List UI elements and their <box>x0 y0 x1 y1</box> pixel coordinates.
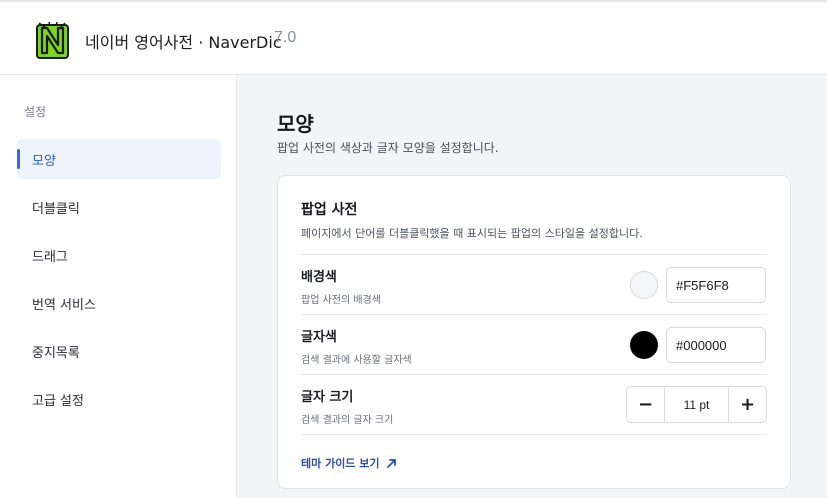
top-header: 네이버 영어사전 · NaverDic 7.0 <box>0 0 827 75</box>
page-title: 모양 <box>277 112 314 136</box>
sidebar-item-drag[interactable]: 드래그 <box>17 235 221 275</box>
font-size-label: 글자 크기 <box>301 390 354 405</box>
font-size-stepper: − 11 pt + <box>626 386 767 423</box>
app-title: 네이버 영어사전 · NaverDic <box>85 33 282 52</box>
settings-sidebar: 설정 모양 더블클릭 드래그 번역 서비스 중지목록 고급 설정 <box>0 75 237 498</box>
background-color-label: 배경색 <box>301 270 337 285</box>
text-color-swatch[interactable] <box>630 331 658 359</box>
theme-guide-link-label: 테마 가이드 보기 <box>301 457 380 470</box>
sidebar-item-stop-list[interactable]: 중지목록 <box>17 331 221 371</box>
sidebar-item-advanced-settings[interactable]: 고급 설정 <box>17 379 221 419</box>
divider <box>301 254 767 255</box>
decrease-font-size-button[interactable]: − <box>627 387 664 422</box>
theme-guide-link[interactable]: 테마 가이드 보기 <box>301 455 397 471</box>
popup-dictionary-card: 팝업 사전 페이지에서 단어를 더블클릭했을 때 표시되는 팝업의 스타일을 설… <box>277 175 791 489</box>
divider <box>301 374 767 375</box>
increase-font-size-button[interactable]: + <box>729 387 766 422</box>
divider <box>301 314 767 315</box>
font-size-description: 검색 결과의 글자 크기 <box>301 415 394 426</box>
text-color-description: 검색 결과에 사용할 글자색 <box>301 355 412 366</box>
card-title: 팝업 사전 <box>301 202 358 218</box>
text-color-input[interactable] <box>666 327 766 363</box>
external-arrow-icon <box>386 458 396 468</box>
app-version: 7.0 <box>274 29 297 46</box>
page-description: 팝업 사전의 색상과 글자 모양을 설정합니다. <box>277 141 499 155</box>
sidebar-item-appearance[interactable]: 모양 <box>17 139 221 179</box>
background-color-description: 팝업 사전의 배경색 <box>301 295 381 306</box>
card-description: 페이지에서 단어를 더블클릭했을 때 표시되는 팝업의 스타일을 설정합니다. <box>301 227 643 240</box>
sidebar-heading: 설정 <box>24 105 47 119</box>
divider <box>301 434 767 435</box>
naverdic-logo-icon <box>36 21 69 59</box>
text-color-label: 글자색 <box>301 330 337 345</box>
sidebar-item-translation-service[interactable]: 번역 서비스 <box>17 283 221 323</box>
background-color-input[interactable] <box>666 267 766 303</box>
background-color-swatch[interactable] <box>630 271 658 299</box>
sidebar-item-double-click[interactable]: 더블클릭 <box>17 187 221 227</box>
font-size-value: 11 pt <box>664 387 729 422</box>
